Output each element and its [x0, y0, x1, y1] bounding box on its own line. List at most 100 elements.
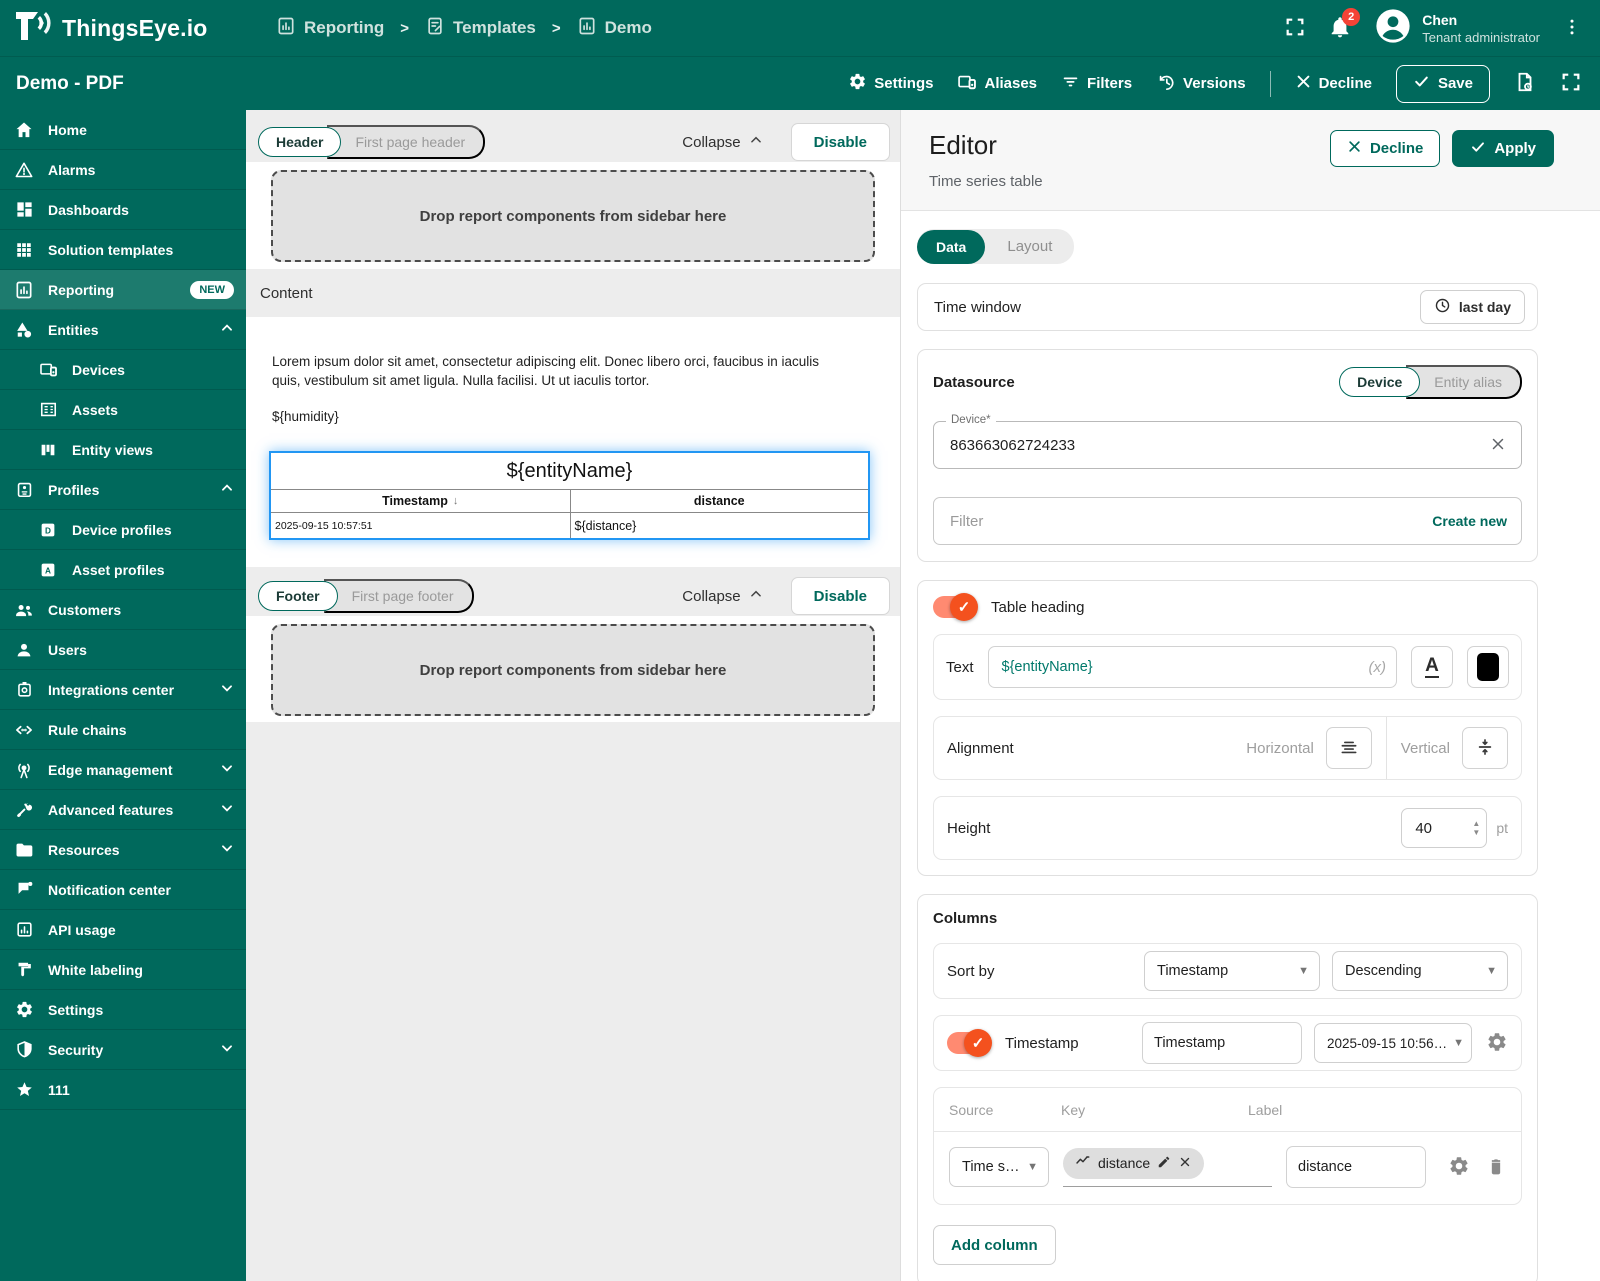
editor-apply-button[interactable]: Apply	[1452, 130, 1554, 167]
device-clear-button[interactable]	[1489, 435, 1521, 456]
sort-desc-icon: ↓	[452, 495, 459, 508]
timestamp-label: Timestamp	[1005, 1034, 1079, 1052]
aliases-button[interactable]: Aliases	[957, 72, 1037, 96]
sidebar-item-customers[interactable]: Customers	[0, 590, 246, 630]
settings-button[interactable]: Settings	[848, 72, 933, 95]
datasource-type-entity-alias[interactable]: Entity alias	[1406, 365, 1522, 399]
sidebar-item-111[interactable]: 111	[0, 1070, 246, 1110]
reporting-icon	[276, 16, 296, 41]
sidebar-item-assets[interactable]: Assets	[0, 390, 246, 430]
versions-button[interactable]: Versions	[1156, 72, 1246, 96]
sidebar-item-api-usage[interactable]: API usage	[0, 910, 246, 950]
footer-collapse-button[interactable]: Collapse	[682, 587, 762, 605]
toolbar-decline-button[interactable]: Decline	[1295, 73, 1372, 94]
footer-disable-button[interactable]: Disable	[790, 577, 890, 615]
sidebar-item-reporting[interactable]: Reporting NEW	[0, 270, 246, 310]
key-chip[interactable]: distance	[1063, 1147, 1205, 1179]
sidebar-item-solution-templates[interactable]: Solution templates	[0, 230, 246, 270]
remove-key-button[interactable]	[1178, 1155, 1192, 1172]
sort-key-dropdown[interactable]: Timestamp ▼	[1144, 951, 1320, 991]
sort-direction-dropdown[interactable]: Descending ▼	[1332, 951, 1508, 991]
timestamp-settings-button[interactable]	[1486, 1031, 1508, 1056]
header-collapse-button[interactable]: Collapse	[682, 133, 762, 151]
breadcrumb-templates[interactable]: Templates	[425, 16, 536, 41]
column-settings-button[interactable]	[1448, 1155, 1470, 1180]
color-swatch-button[interactable]	[1467, 646, 1509, 688]
tab-layout[interactable]: Layout	[985, 229, 1074, 264]
first-page-footer-tab[interactable]: First page footer	[323, 579, 474, 613]
timestamp-format-dropdown[interactable]: 2025-09-15 10:56:32 ▼	[1314, 1023, 1472, 1063]
edit-key-button[interactable]	[1157, 1155, 1171, 1172]
sidebar-item-devices[interactable]: Devices	[0, 350, 246, 390]
label-input[interactable]: distance	[1286, 1146, 1426, 1188]
filter-field[interactable]: Filter Create new	[933, 497, 1522, 545]
sidebar-item-rule-chains[interactable]: Rule chains	[0, 710, 246, 750]
sidebar-item-integrations-center[interactable]: Integrations center	[0, 670, 246, 710]
vertical-align-button[interactable]	[1462, 727, 1508, 769]
horizontal-align-button[interactable]	[1325, 727, 1372, 769]
sidebar-item-profiles[interactable]: Profiles	[0, 470, 246, 510]
sidebar-item-dashboards[interactable]: Dashboards	[0, 190, 246, 230]
delete-column-button[interactable]	[1486, 1156, 1506, 1179]
more-menu-button[interactable]	[1562, 16, 1582, 41]
breadcrumb-reporting[interactable]: Reporting	[276, 16, 384, 41]
table-heading-toggle[interactable]: ✓	[933, 593, 978, 621]
stepper-arrows[interactable]: ▲ ▼	[1472, 819, 1480, 837]
breadcrumb-demo[interactable]: Demo	[577, 16, 652, 41]
timestamp-toggle[interactable]: ✓	[947, 1029, 992, 1057]
sidebar-item-entities[interactable]: Entities	[0, 310, 246, 350]
add-column-button[interactable]: Add column	[933, 1225, 1056, 1265]
table-col-timestamp[interactable]: Timestamp ↓	[271, 490, 570, 512]
content-page-area: Lorem ipsum dolor sit amet, consectetur …	[246, 317, 900, 567]
sidebar-item-notification-center[interactable]: Notification center	[0, 870, 246, 910]
sidebar-item-security[interactable]: Security	[0, 1030, 246, 1070]
time-window-button[interactable]: last day	[1419, 290, 1525, 324]
assets-icon	[38, 400, 58, 420]
device-field[interactable]: Device* 863663062724233	[933, 414, 1522, 469]
sidebar-item-asset-profiles[interactable]: A Asset profiles	[0, 550, 246, 590]
sidebar: Home Alarms Dashboards Solution template…	[0, 110, 246, 1281]
table-col-distance[interactable]: distance	[569, 490, 869, 513]
heading-text-input[interactable]: ${entityName} (x)	[987, 646, 1397, 688]
editor-decline-button[interactable]: Decline	[1329, 130, 1441, 167]
timestamp-key-input[interactable]: Timestamp	[1142, 1022, 1302, 1064]
height-input[interactable]: 40 ▲ ▼	[1401, 808, 1488, 848]
source-dropdown[interactable]: Time seri... ▼	[949, 1147, 1049, 1187]
font-settings-button[interactable]: A	[1411, 646, 1453, 688]
expand-editor-button[interactable]	[1560, 71, 1582, 96]
tab-data[interactable]: Data	[917, 229, 986, 264]
header-tab[interactable]: Header	[258, 127, 342, 157]
sidebar-item-entity-views[interactable]: Entity views	[0, 430, 246, 470]
first-page-header-tab[interactable]: First page header	[327, 125, 486, 159]
footer-tab[interactable]: Footer	[258, 581, 338, 611]
save-button[interactable]: Save	[1395, 64, 1490, 103]
sidebar-item-home[interactable]: Home	[0, 110, 246, 150]
new-badge: NEW	[190, 280, 234, 299]
header-section-bar: Header First page header Collapse Disabl…	[246, 122, 900, 162]
header-disable-button[interactable]: Disable	[790, 123, 890, 161]
user-menu[interactable]: Chen Tenant administrator	[1374, 7, 1540, 50]
sidebar-item-white-labeling[interactable]: White labeling	[0, 950, 246, 990]
sidebar-item-resources[interactable]: Resources	[0, 830, 246, 870]
footer-dropzone[interactable]: Drop report components from sidebar here	[271, 624, 875, 716]
sidebar-item-settings[interactable]: Settings	[0, 990, 246, 1030]
notifications-button[interactable]: 2	[1328, 7, 1361, 42]
sidebar-item-device-profiles[interactable]: D Device profiles	[0, 510, 246, 550]
create-new-link[interactable]: Create new	[1432, 513, 1507, 529]
filters-button[interactable]: Filters	[1061, 72, 1132, 95]
selected-table-widget[interactable]: ${entityName} Timestamp ↓ distance 2025-…	[269, 451, 870, 541]
datasource-type-device[interactable]: Device	[1339, 367, 1421, 397]
editor-title: Editor	[929, 130, 997, 160]
sidebar-item-users[interactable]: Users	[0, 630, 246, 670]
report-paragraph[interactable]: Lorem ipsum dolor sit amet, consectetur …	[269, 353, 829, 390]
vertical-center-icon	[1475, 737, 1495, 760]
generate-report-button[interactable]	[1514, 70, 1536, 97]
header-dropzone[interactable]: Drop report components from sidebar here	[271, 170, 875, 262]
sidebar-item-advanced-features[interactable]: Advanced features	[0, 790, 246, 830]
report-variable[interactable]: ${humidity}	[269, 409, 870, 424]
brand-logo[interactable]: ThingsEye.io	[0, 8, 246, 49]
sidebar-item-edge-management[interactable]: Edge management	[0, 750, 246, 790]
fullscreen-button[interactable]	[1284, 16, 1306, 41]
source-header: Source	[949, 1101, 994, 1118]
sidebar-item-alarms[interactable]: Alarms	[0, 150, 246, 190]
